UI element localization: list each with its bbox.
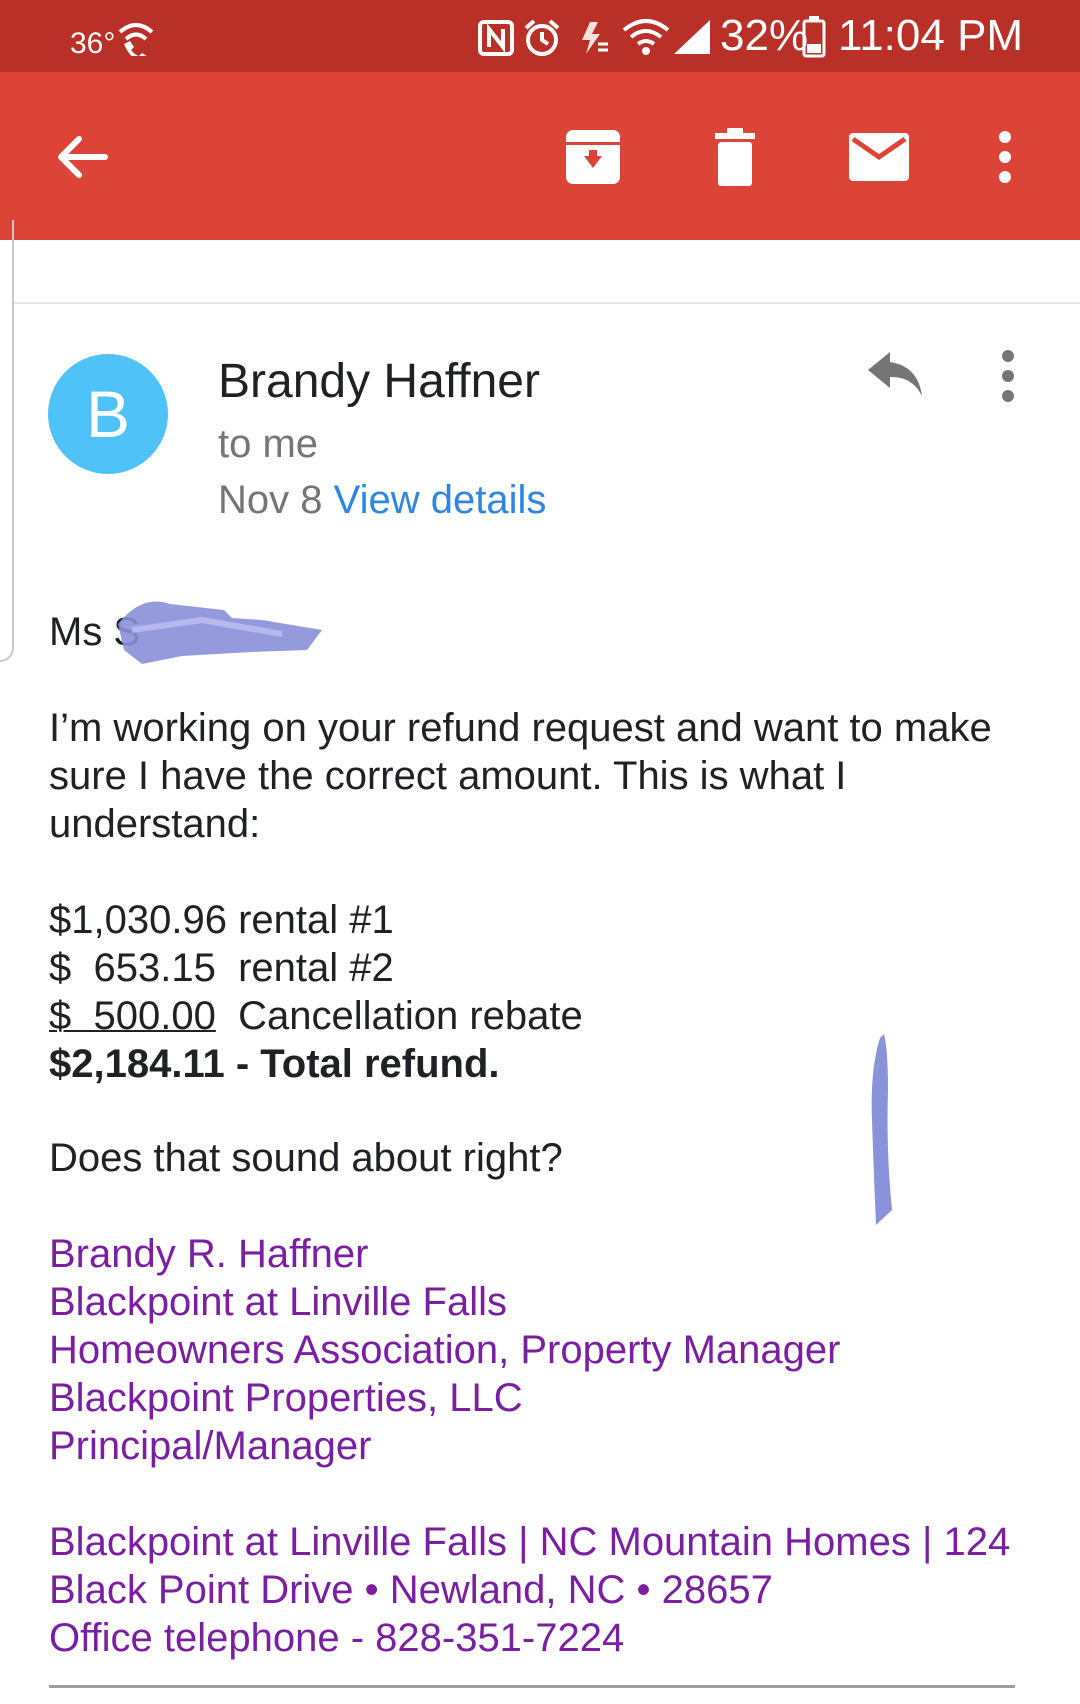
- signature-line: Brandy R. Haffner: [49, 1232, 369, 1276]
- more-options-button[interactable]: [960, 112, 1050, 202]
- email-date: Nov 8: [218, 478, 323, 522]
- battery-icon: [802, 16, 826, 58]
- message-more-button[interactable]: [1000, 350, 1040, 410]
- amount-value: $ 653.15: [49, 946, 216, 990]
- signal-icon: [674, 20, 710, 54]
- message-paragraph: I’m working on your refund request and w…: [49, 706, 992, 846]
- clock: 11:04 PM: [838, 11, 1024, 60]
- panel-edge: [0, 220, 14, 662]
- signature-line: Blackpoint at Linville Falls: [49, 1280, 507, 1324]
- signature-line: Blackpoint Properties, LLC: [49, 1376, 523, 1420]
- email-footer: Blackpoint at Linville Falls | NC Mounta…: [49, 1518, 1049, 1662]
- amount-label: rental #1: [238, 898, 394, 942]
- charging-icon: [582, 22, 608, 54]
- back-arrow-icon: [58, 136, 108, 178]
- divider: [14, 302, 1080, 304]
- alarm-icon: [524, 19, 560, 56]
- wifi-call-icon: [118, 23, 154, 56]
- question-line: Does that sound about right?: [49, 1136, 563, 1180]
- archive-icon: [566, 130, 620, 184]
- mail-icon: [849, 133, 909, 181]
- signature-line: Homeowners Association, Property Manager: [49, 1328, 841, 1372]
- wifi-icon: [622, 19, 670, 55]
- footer-line: Blackpoint at Linville Falls | NC Mounta…: [49, 1520, 1011, 1564]
- redaction-scribble: [118, 601, 322, 664]
- footer-line[interactable]: Office telephone - 828-351-7224: [49, 1614, 1049, 1662]
- sender-name[interactable]: Brandy Haffner: [218, 354, 540, 409]
- amount-value: $1,030.96: [49, 898, 227, 942]
- sender-avatar[interactable]: B: [48, 354, 168, 474]
- date-line: Nov 8 View details: [218, 478, 546, 523]
- app-bar: [0, 72, 1080, 240]
- amount-label: Cancellation rebate: [238, 994, 583, 1038]
- more-vert-icon: [1002, 350, 1014, 402]
- amount-value: $ 500.00: [49, 994, 216, 1038]
- more-vert-icon: [999, 131, 1011, 183]
- battery-percent: 32%: [720, 11, 809, 60]
- footer-divider: [49, 1685, 1015, 1688]
- view-details-link[interactable]: View details: [334, 478, 547, 522]
- delete-button[interactable]: [690, 112, 780, 202]
- mark-unread-button[interactable]: [834, 112, 924, 202]
- pen-stroke-scribble: [871, 1034, 892, 1225]
- total-refund: $2,184.11 - Total refund.: [49, 1042, 500, 1086]
- signature-line: Principal/Manager: [49, 1424, 372, 1468]
- amount-row: $ 500.00 Cancellation rebate: [49, 992, 583, 1040]
- nfc-icon: [478, 20, 514, 56]
- reply-icon: [868, 352, 922, 396]
- recipient-line: to me: [218, 422, 319, 466]
- temperature: 36°: [70, 27, 116, 60]
- email-signature: Brandy R. Haffner Blackpoint at Linville…: [49, 1230, 840, 1470]
- status-bar: 36° 32% 11:04 PM: [0, 0, 1080, 72]
- trash-icon: [715, 128, 755, 186]
- footer-line: Black Point Drive • Newland, NC • 28657: [49, 1568, 773, 1612]
- reply-button[interactable]: [866, 350, 936, 420]
- back-button[interactable]: [36, 112, 126, 202]
- refund-breakdown: $1,030.96 rental #1 $ 653.15 rental #2 $…: [49, 896, 583, 1088]
- amount-row: $1,030.96 rental #1: [49, 896, 583, 944]
- archive-button[interactable]: [548, 112, 638, 202]
- amount-row: $ 653.15 rental #2: [49, 944, 583, 992]
- amount-label: rental #2: [238, 946, 394, 990]
